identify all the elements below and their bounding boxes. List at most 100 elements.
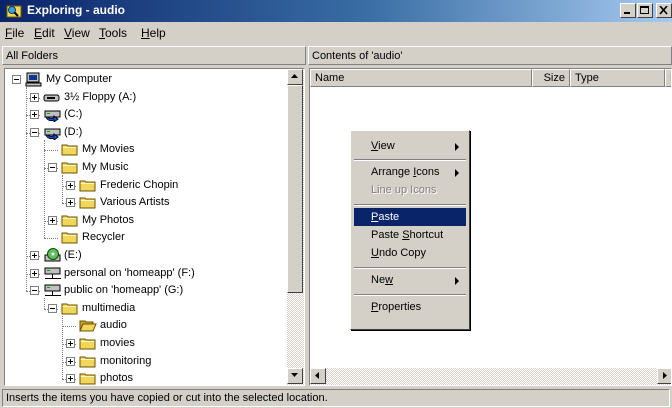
tree-item[interactable]: My Movies xyxy=(5,141,287,158)
maximize-button[interactable] xyxy=(637,3,653,18)
submenu-arrow-icon xyxy=(455,276,460,288)
folder-icon xyxy=(79,336,97,354)
tree-item[interactable]: Various Artists xyxy=(5,194,287,211)
menu-tools[interactable]: Tools xyxy=(99,26,127,40)
tree-item-label: photos xyxy=(100,372,134,385)
network-drive-icon xyxy=(43,283,63,301)
tree-item[interactable]: photos xyxy=(5,370,287,385)
title-bar[interactable]: Exploring - audio xyxy=(0,0,672,22)
expand-icon[interactable] xyxy=(66,198,75,208)
expand-icon[interactable] xyxy=(66,356,75,366)
collapse-icon[interactable] xyxy=(48,163,57,172)
menu-separator xyxy=(354,204,466,206)
menu-bar: File Edit View Tools Help xyxy=(0,23,672,42)
context-menu-item-new[interactable]: New xyxy=(354,271,466,289)
folder-tree[interactable]: My Computer 3½ Floppy (A:) (C:) (D:) My Movi… xyxy=(4,68,305,386)
tree-item-label: 3½ Floppy (A:) xyxy=(64,90,137,103)
menu-help[interactable]: Help xyxy=(141,26,166,40)
tree-item[interactable]: My Music xyxy=(5,159,287,176)
tree-item[interactable]: Frederic Chopin xyxy=(5,177,287,194)
tree-item-label: (C:) xyxy=(64,108,83,121)
context-menu-item-view[interactable]: View xyxy=(354,137,466,155)
collapse-icon[interactable] xyxy=(30,127,39,137)
collapse-icon[interactable] xyxy=(48,303,57,313)
close-button[interactable] xyxy=(656,3,672,18)
status-bar: Inserts the items you have copied or cut… xyxy=(2,389,670,407)
arrow-right-icon xyxy=(663,372,667,379)
tree-item-label: public on 'homeapp' (G:) xyxy=(64,284,184,297)
expand-icon[interactable] xyxy=(48,215,57,225)
column-header-modified[interactable]: M xyxy=(665,69,671,87)
collapse-icon[interactable] xyxy=(30,286,39,296)
tree-item-label: My Computer xyxy=(46,73,113,85)
tree-item[interactable]: 3½ Floppy (A:) xyxy=(5,89,287,106)
context-menu-item-paste-shortcut[interactable]: Paste Shortcut xyxy=(354,226,466,244)
expand-icon[interactable] xyxy=(66,180,75,190)
tree-item[interactable]: (C:) xyxy=(5,106,287,124)
tree-vertical-scrollbar[interactable] xyxy=(287,69,304,385)
context-menu: View Arrange Icons Line up Icons Paste Paste… xyxy=(350,130,470,330)
tree-item-label: (D:) xyxy=(64,125,83,138)
folder-icon xyxy=(61,213,79,231)
expand-icon[interactable] xyxy=(30,268,39,278)
column-header-type[interactable]: Type xyxy=(570,69,665,87)
submenu-arrow-icon xyxy=(455,142,460,154)
minimize-icon xyxy=(624,12,630,14)
menu-edit[interactable]: Edit xyxy=(34,26,55,40)
tree-item[interactable]: audio xyxy=(5,317,287,334)
folder-icon xyxy=(61,301,79,319)
tree-item[interactable]: monitoring xyxy=(5,353,287,370)
tree-item-label: Frederic Chopin xyxy=(100,178,179,191)
network-drive-icon xyxy=(43,266,63,284)
tree-scroll-thumb[interactable] xyxy=(287,85,303,293)
tree-item[interactable]: public on 'homeapp' (G:) xyxy=(5,282,287,299)
tree-item[interactable]: Recycler xyxy=(5,229,287,246)
scroll-down-button[interactable] xyxy=(287,368,303,384)
context-menu-item-undo-copy[interactable]: Undo Copy xyxy=(354,244,466,262)
expand-icon[interactable] xyxy=(30,92,39,102)
tree-item[interactable]: (E:) xyxy=(5,247,287,264)
tree-item[interactable]: multimedia xyxy=(5,300,287,317)
menu-separator xyxy=(354,294,466,296)
folder-icon xyxy=(79,178,97,196)
collapse-icon[interactable] xyxy=(12,75,21,84)
tree-item-label: monitoring xyxy=(100,354,152,367)
tree-item-label: (E:) xyxy=(64,249,82,261)
folder-icon xyxy=(79,195,97,213)
folder-icon xyxy=(61,230,79,248)
expand-icon[interactable] xyxy=(30,251,39,260)
context-menu-label: View xyxy=(371,140,395,152)
minimize-button[interactable] xyxy=(620,3,636,18)
column-header-size[interactable]: Size xyxy=(532,69,570,87)
all-folders-header: All Folders xyxy=(2,46,306,65)
tree-item-label: My Music xyxy=(82,161,129,173)
tree-item-label: Various Artists xyxy=(100,196,170,209)
context-menu-label: Line up Icons xyxy=(371,184,437,196)
arrow-down-icon xyxy=(291,373,298,377)
tree-item[interactable]: personal on 'homeapp' (F:) xyxy=(5,265,287,282)
context-menu-item-arrange-icons[interactable]: Arrange Icons xyxy=(354,163,466,181)
expand-icon[interactable] xyxy=(66,374,75,384)
column-header-name[interactable]: Name xyxy=(310,69,532,87)
menu-view[interactable]: View xyxy=(64,26,90,40)
context-menu-label: Paste xyxy=(371,211,400,223)
context-menu-item-paste[interactable]: Paste xyxy=(354,208,466,226)
tree-item[interactable]: movies xyxy=(5,335,287,352)
context-menu-label: Properties xyxy=(371,301,422,313)
expand-icon[interactable] xyxy=(30,110,39,120)
scroll-left-button[interactable] xyxy=(310,368,326,384)
scroll-up-button[interactable] xyxy=(287,69,303,85)
menu-file[interactable]: File xyxy=(5,26,24,40)
expand-icon[interactable] xyxy=(66,339,75,348)
contents-horizontal-scrollbar[interactable] xyxy=(310,368,671,385)
scroll-right-button[interactable] xyxy=(657,368,671,384)
context-menu-item-properties[interactable]: Properties xyxy=(354,298,466,316)
tree-item[interactable]: (D:) xyxy=(5,124,287,141)
tree-item[interactable]: My Computer xyxy=(5,71,287,88)
context-menu-label: Paste Shortcut xyxy=(371,229,444,241)
context-menu-label: Undo Copy xyxy=(371,247,427,259)
tree-item[interactable]: My Photos xyxy=(5,212,287,229)
arrow-up-icon xyxy=(291,74,298,78)
maximize-icon xyxy=(640,6,649,14)
window-title: Exploring - audio xyxy=(27,3,125,17)
